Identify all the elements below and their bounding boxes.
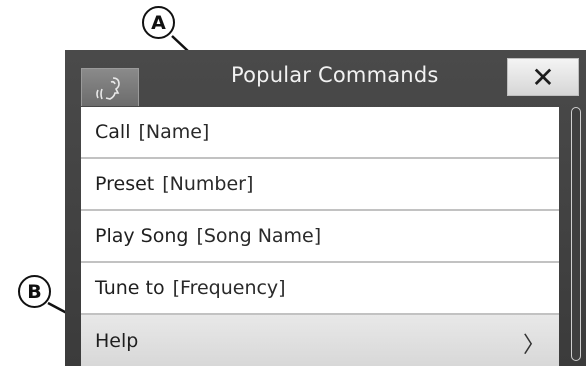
command-play-song[interactable]: Play Song [Song Name]: [81, 211, 559, 263]
callout-b: B: [18, 275, 51, 308]
command-param: [Song Name]: [196, 225, 322, 247]
chevron-right-icon: 〉: [522, 333, 545, 358]
command-preset[interactable]: Preset [Number]: [81, 159, 559, 211]
help-item[interactable]: Help 〉: [81, 315, 559, 366]
command-param: [Name]: [138, 121, 210, 143]
command-tune-to[interactable]: Tune to [Frequency]: [81, 263, 559, 315]
command-label: Tune to: [95, 277, 165, 299]
popular-commands-dialog: Popular Commands ✕ Call [Name] Preset [N…: [65, 50, 586, 366]
voice-tab[interactable]: [81, 68, 139, 106]
command-param: [Number]: [162, 173, 254, 195]
command-label: Play Song: [95, 225, 189, 247]
voice-command-icon: [96, 77, 120, 100]
callout-a: A: [142, 6, 175, 39]
close-button[interactable]: ✕: [507, 58, 579, 96]
command-label: Call: [95, 121, 131, 143]
scrollbar[interactable]: [571, 107, 581, 361]
command-list: Call [Name] Preset [Number] Play Song [S…: [81, 107, 559, 366]
command-param: [Frequency]: [172, 277, 286, 299]
dialog-title: Popular Commands: [231, 63, 439, 87]
command-call[interactable]: Call [Name]: [81, 107, 559, 159]
command-label: Preset: [95, 173, 155, 195]
title-bar: Popular Commands ✕: [65, 50, 586, 106]
help-label: Help: [95, 329, 139, 352]
